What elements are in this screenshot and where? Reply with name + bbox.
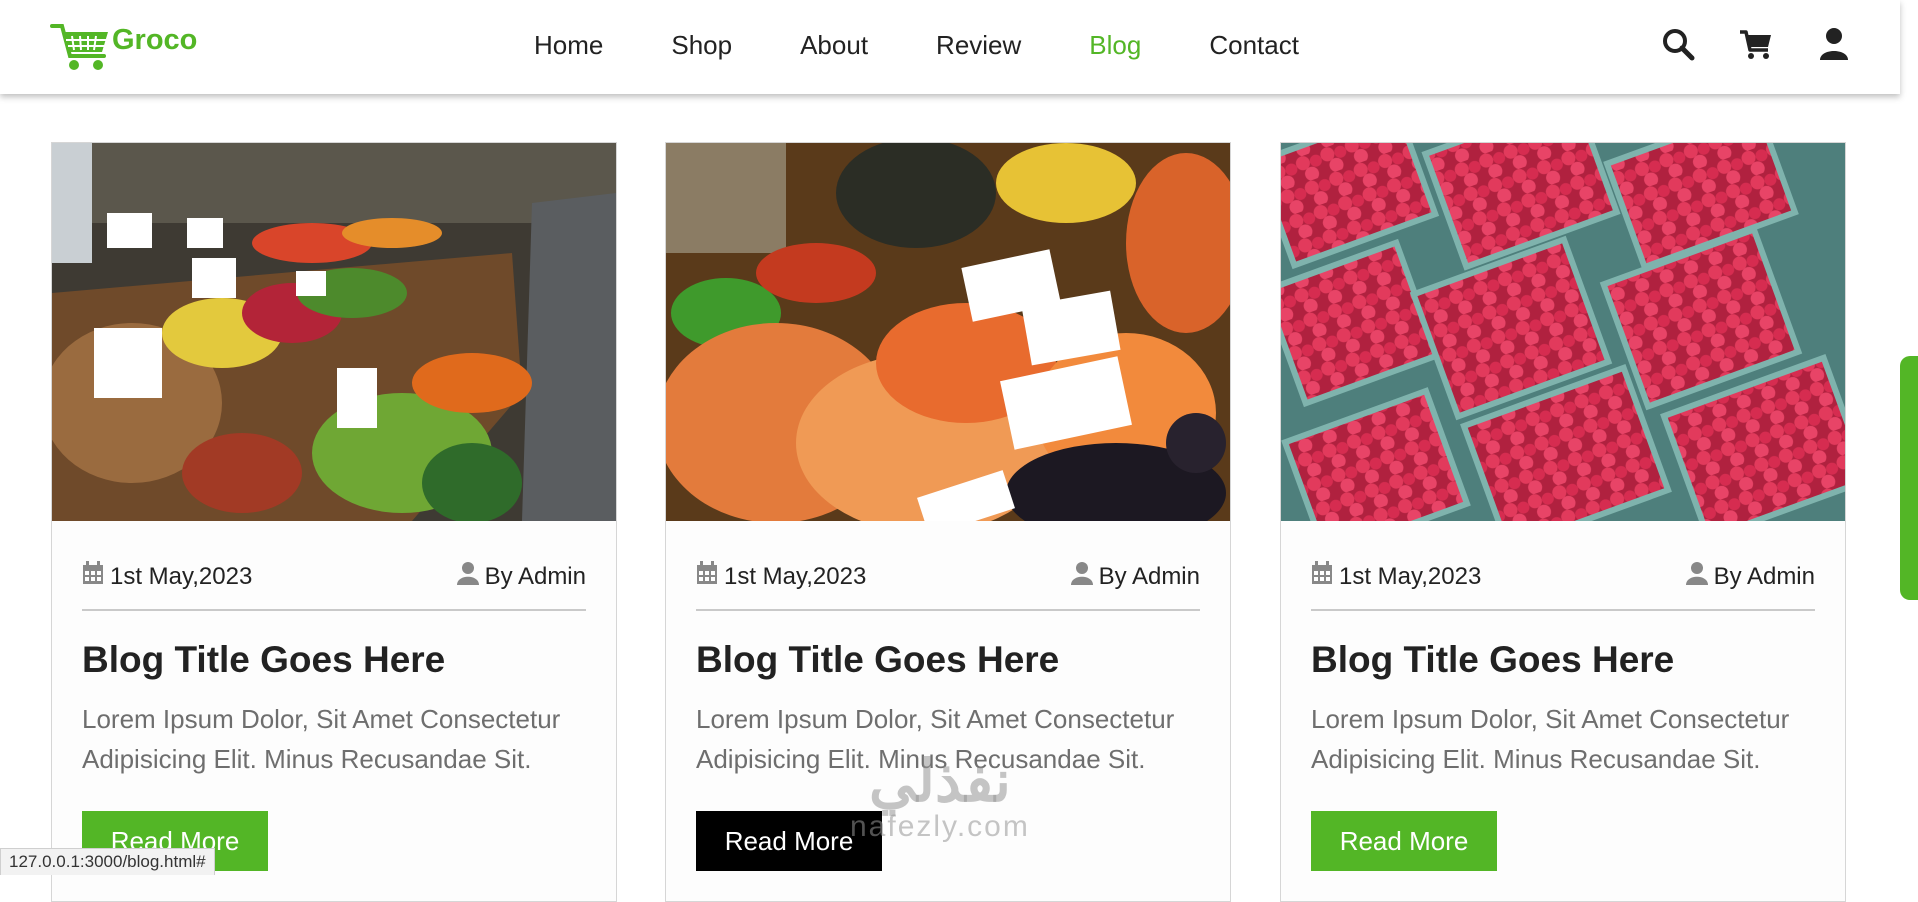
logo[interactable]: Groco [50,20,197,79]
nav-shop[interactable]: Shop [671,30,732,61]
post-date-text: 1st May,2023 [724,562,867,590]
search-icon[interactable] [1618,26,1696,67]
user-icon [1070,561,1099,592]
post-author: By Admin [456,561,586,592]
post-date-text: 1st May,2023 [1339,562,1482,590]
post-author: By Admin [1070,561,1200,592]
cart-icon[interactable] [1696,26,1774,67]
calendar-icon [696,561,724,592]
blog-card: 1st May,2023 By Admin Blog Title Goes He… [1280,142,1846,902]
post-author-text: By Admin [484,562,586,590]
cart-logo-icon [50,20,112,79]
watermark-arabic: نفذلي [868,749,1011,814]
post-title[interactable]: Blog Title Goes Here [696,639,1059,681]
header-actions [1618,26,1852,67]
post-date-text: 1st May,2023 [110,562,253,590]
post-date: 1st May,2023 [1311,561,1481,592]
calendar-icon [1311,561,1339,592]
nav-about[interactable]: About [800,30,868,61]
status-bar-url: 127.0.0.1:3000/blog.html# [0,848,215,875]
post-date: 1st May,2023 [696,561,866,592]
post-author-text: By Admin [1713,562,1815,590]
blog-image-raspberries [1281,143,1845,521]
watermark-latin: nafezly.com [850,810,1030,843]
site-header: Groco Home Shop About Review Blog Contac… [0,0,1900,94]
nav-blog[interactable]: Blog [1089,30,1141,61]
blog-image-fruit-market [666,143,1230,521]
watermark: نفذلي nafezly.com [850,749,1030,844]
post-author-text: By Admin [1098,562,1200,590]
brand-name: Groco [112,24,198,56]
user-icon[interactable] [1774,26,1852,67]
scrollbar-thumb[interactable] [1900,356,1918,600]
user-icon [1685,561,1714,592]
post-author: By Admin [1685,561,1815,592]
nav-home[interactable]: Home [534,30,603,61]
blog-image-vegetable-market [52,143,616,521]
post-meta: 1st May,2023 By Admin [696,561,1200,611]
nav-review[interactable]: Review [936,30,1021,61]
nav-contact[interactable]: Contact [1209,30,1299,61]
post-excerpt: Lorem Ipsum Dolor, Sit Amet Consectetur … [82,704,561,774]
post-title[interactable]: Blog Title Goes Here [1311,639,1674,681]
main-nav: Home Shop About Review Blog Contact [534,30,1367,61]
post-date: 1st May,2023 [82,561,252,592]
post-meta: 1st May,2023 By Admin [1311,561,1815,611]
post-meta: 1st May,2023 By Admin [82,561,586,611]
post-excerpt: Lorem Ipsum Dolor, Sit Amet Consectetur … [1311,704,1790,774]
calendar-icon [82,561,110,592]
post-title[interactable]: Blog Title Goes Here [82,639,445,681]
blog-card: 1st May,2023 By Admin Blog Title Goes He… [51,142,617,902]
user-icon [456,561,485,592]
read-more-button[interactable]: Read More [1311,811,1497,871]
